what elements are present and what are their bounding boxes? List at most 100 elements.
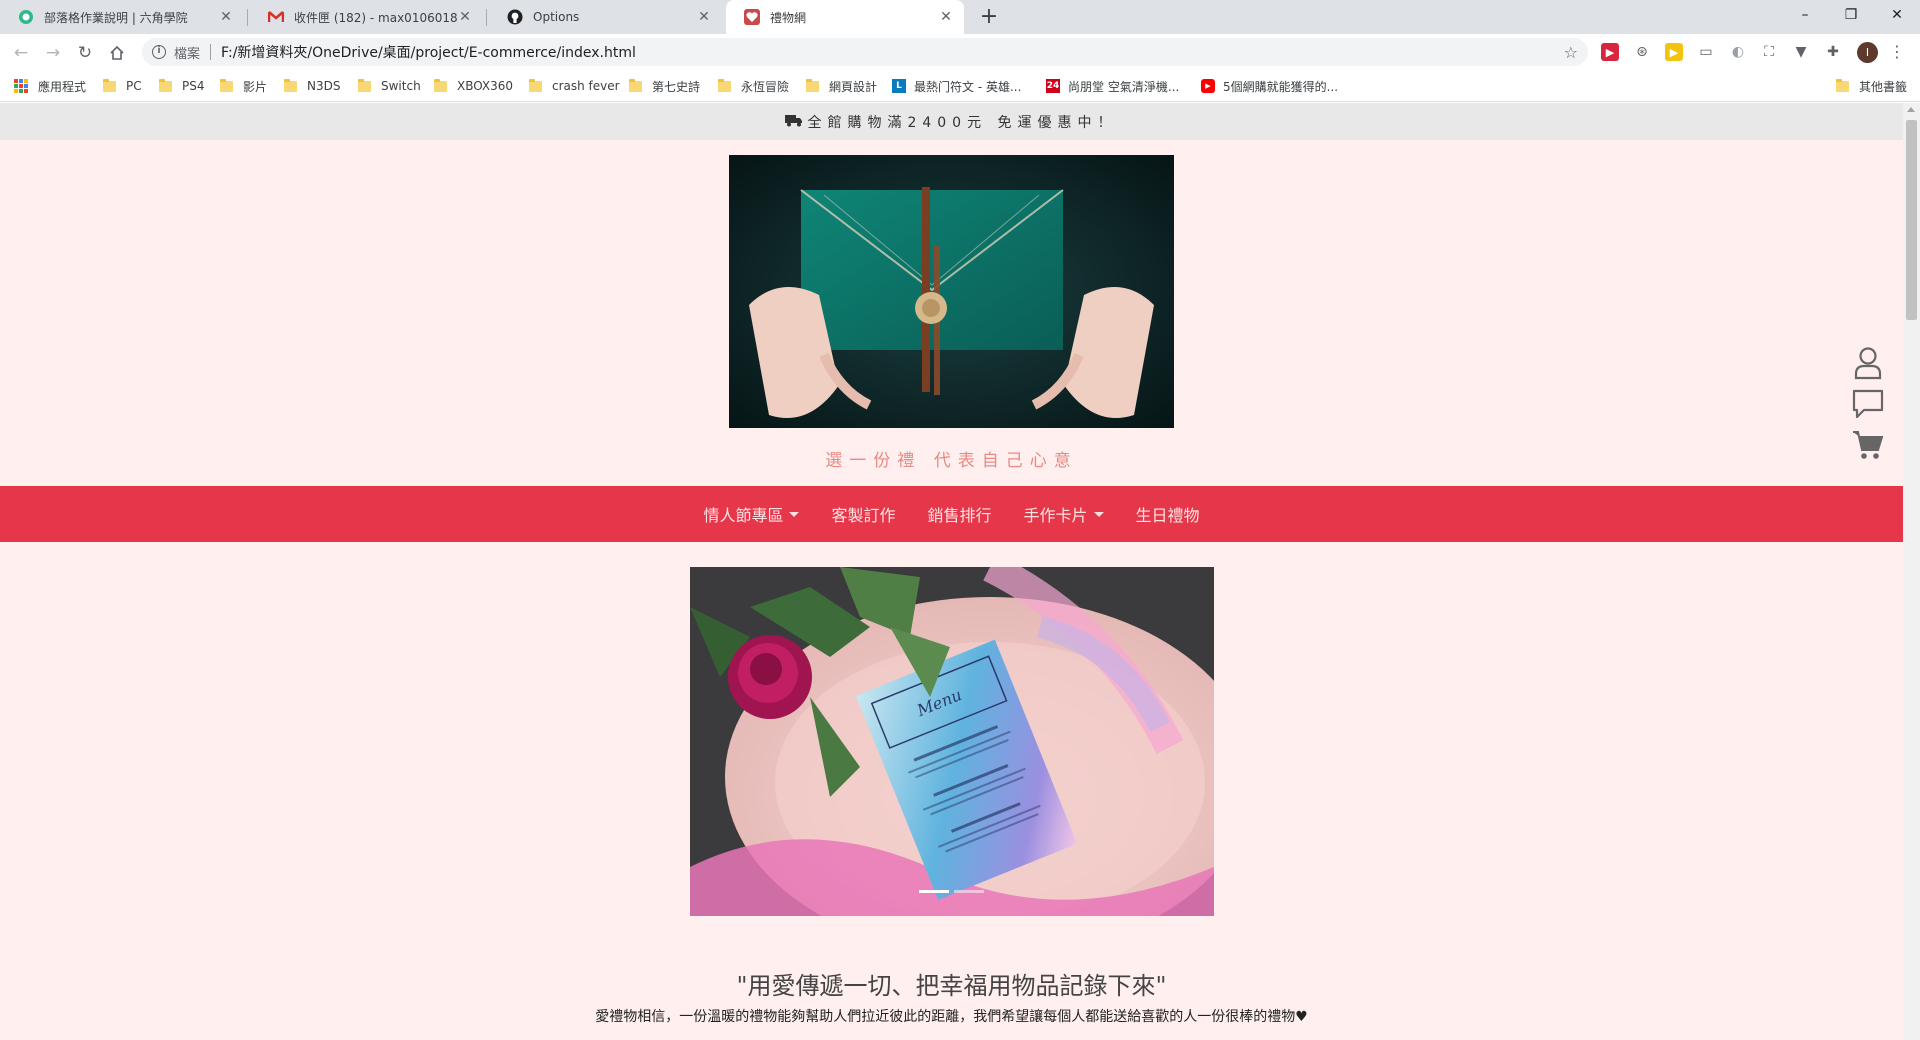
close-window-button[interactable]: ✕	[1874, 0, 1920, 30]
extensions-puzzle-icon[interactable]: ✚	[1824, 43, 1842, 61]
main-nav: 情人節專區 客製訂作 銷售排行 手作卡片 生日禮物	[0, 486, 1903, 542]
nav-label: 銷售排行	[927, 506, 992, 525]
heart-site-icon	[744, 9, 760, 25]
bookmark-label: 應用程式	[38, 79, 87, 94]
restore-button[interactable]: ❐	[1828, 0, 1874, 30]
extension-screenshot-icon[interactable]: ⛶	[1760, 43, 1778, 61]
bookmark-label: N3DS	[307, 79, 341, 93]
site-24-icon: 24	[1046, 79, 1060, 93]
profile-avatar[interactable]: I	[1857, 42, 1878, 63]
extension-search-icon[interactable]: ⊛	[1633, 43, 1651, 61]
nav-label: 生日禮物	[1135, 506, 1200, 525]
tab-separator	[247, 9, 248, 26]
site-info-icon[interactable]: i	[152, 45, 166, 59]
scroll-up-arrow-icon[interactable]	[1907, 107, 1915, 112]
tab-strip: 部落格作業說明 | 六角學院 ✕ 收件匣 (182) - max0106018@…	[0, 0, 1920, 34]
close-tab-icon[interactable]: ✕	[938, 9, 954, 25]
home-icon[interactable]	[104, 40, 130, 66]
folder-icon	[806, 78, 819, 92]
bookmark-folder-web-design[interactable]: 網頁設計	[806, 77, 877, 95]
dropdown-caret-icon	[789, 511, 800, 517]
bookmark-youtube-video[interactable]: ▶ 5個網購就能獲得的...	[1201, 77, 1338, 95]
address-bar[interactable]: i 檔案 F:/新增資料夾/OneDrive/桌面/project/E-comm…	[142, 38, 1588, 66]
bookmark-label: 最熱门符文 - 英雄...	[914, 79, 1022, 94]
extension-circle-icon[interactable]: ◐	[1729, 43, 1747, 61]
carousel-indicator-2[interactable]	[954, 890, 984, 893]
browser-tab-hexschool[interactable]: 部落格作業說明 | 六角學院 ✕	[0, 0, 244, 34]
bookmark-folder-videos[interactable]: 影片	[220, 77, 267, 95]
bookmark-star-icon[interactable]: ☆	[1564, 43, 1578, 62]
tab-title: Options	[533, 10, 580, 24]
folder-icon	[1836, 78, 1849, 92]
bookmark-label: PC	[126, 79, 142, 93]
nav-birthday-gifts[interactable]: 生日禮物	[1136, 502, 1200, 526]
reload-icon[interactable]: ↻	[72, 40, 98, 66]
bookmark-folder-ps4[interactable]: PS4	[159, 77, 205, 95]
back-icon[interactable]: ←	[8, 40, 34, 66]
user-account-icon[interactable]	[1850, 343, 1886, 383]
bookmark-folder-pc[interactable]: PC	[103, 77, 142, 95]
bookmark-label: PS4	[182, 79, 205, 93]
close-tab-icon[interactable]: ✕	[218, 9, 234, 25]
shopping-cart-icon[interactable]	[1850, 425, 1886, 465]
bookmark-runes-site[interactable]: L 最熱门符文 - 英雄...	[892, 77, 1021, 95]
extension-red-icon[interactable]: ▶	[1601, 43, 1619, 61]
bookmark-24h-site[interactable]: 24 尚朋堂 空氣清淨機...	[1046, 77, 1179, 95]
browser-tab-gmail[interactable]: 收件匣 (182) - max0106018@gmail.com ✕	[250, 0, 483, 34]
floating-action-icons	[1850, 343, 1886, 466]
carousel-indicator-1[interactable]	[919, 890, 949, 893]
url-scheme-label: 檔案	[174, 46, 201, 62]
page-scrollbar[interactable]	[1903, 103, 1920, 1040]
shipping-announcement: 全館購物滿2400元 免運優惠中！	[0, 103, 1903, 140]
tab-separator	[486, 9, 487, 26]
github-icon	[507, 9, 523, 25]
bookmark-folder-switch[interactable]: Switch	[358, 77, 421, 95]
scrollbar-thumb[interactable]	[1906, 120, 1917, 320]
apps-grid-icon	[14, 79, 28, 93]
bookmark-label: crash fever	[552, 79, 620, 93]
nav-best-sellers[interactable]: 銷售排行	[927, 502, 991, 526]
site-tagline: 選一份禮 代表自己心意	[825, 451, 1078, 471]
bookmark-folder-crash-fever[interactable]: crash fever	[529, 77, 620, 95]
extension-chat-icon[interactable]: ▭	[1697, 43, 1715, 61]
tab-title: 收件匣 (182) - max0106018@gmail.com	[294, 10, 457, 25]
browser-menu-icon[interactable]: ⋮	[1889, 42, 1905, 61]
youtube-icon: ▶	[1201, 79, 1215, 93]
bookmark-folder-eternal-adventure[interactable]: 永恆冒險	[718, 77, 789, 95]
folder-icon	[103, 78, 116, 92]
close-tab-icon[interactable]: ✕	[696, 9, 712, 25]
nav-valentines[interactable]: 情人節專區	[703, 502, 800, 526]
folder-icon	[159, 78, 172, 92]
tab-title: 禮物網	[770, 10, 807, 25]
bookmark-label: 尚朋堂 空氣清淨機...	[1068, 79, 1180, 94]
hexschool-icon	[18, 9, 34, 25]
bookmark-label: Switch	[381, 79, 421, 93]
browser-toolbar: ← → ↻ i 檔案 F:/新增資料夾/OneDrive/桌面/project/…	[0, 34, 1920, 70]
new-tab-button[interactable]: +	[976, 4, 1002, 30]
nav-handmade-cards[interactable]: 手作卡片	[1024, 502, 1104, 526]
bookmark-folder-xbox360[interactable]: XBOX360	[434, 77, 513, 95]
other-bookmarks[interactable]: 其他書籤	[1836, 77, 1907, 95]
browser-tab-options[interactable]: Options ✕	[489, 0, 722, 34]
minimize-button[interactable]: –	[1782, 0, 1828, 30]
nav-custom-order[interactable]: 客製訂作	[831, 502, 895, 526]
dropdown-caret-icon	[1093, 511, 1104, 517]
browser-tab-giftshop[interactable]: 禮物網 ✕	[726, 0, 964, 34]
close-tab-icon[interactable]: ✕	[457, 9, 473, 25]
tab-title: 部落格作業說明 | 六角學院	[44, 10, 188, 25]
nav-label: 手作卡片	[1023, 506, 1088, 525]
forward-icon[interactable]: →	[40, 40, 66, 66]
nav-label: 情人節專區	[703, 506, 784, 525]
extension-vue-icon[interactable]: ▼	[1792, 43, 1810, 61]
page-viewport: 全館購物滿2400元 免運優惠中！ 選一份禮 代表自己心意 情人節專區 客製訂作…	[0, 103, 1903, 1040]
extension-yellow-icon[interactable]: ▶	[1665, 43, 1683, 61]
hero-carousel[interactable]: Menu	[690, 567, 1214, 916]
hero-envelope-image	[729, 155, 1174, 428]
bookmark-folder-epic-seven[interactable]: 第七史詩	[629, 77, 700, 95]
url-text[interactable]: F:/新增資料夾/OneDrive/桌面/project/E-commerce/…	[221, 42, 636, 62]
folder-icon	[358, 78, 371, 92]
bookmark-folder-n3ds[interactable]: N3DS	[284, 77, 340, 95]
chat-icon[interactable]	[1850, 384, 1886, 424]
nav-label: 客製訂作	[831, 506, 896, 525]
bookmark-apps[interactable]: 應用程式	[14, 77, 86, 95]
